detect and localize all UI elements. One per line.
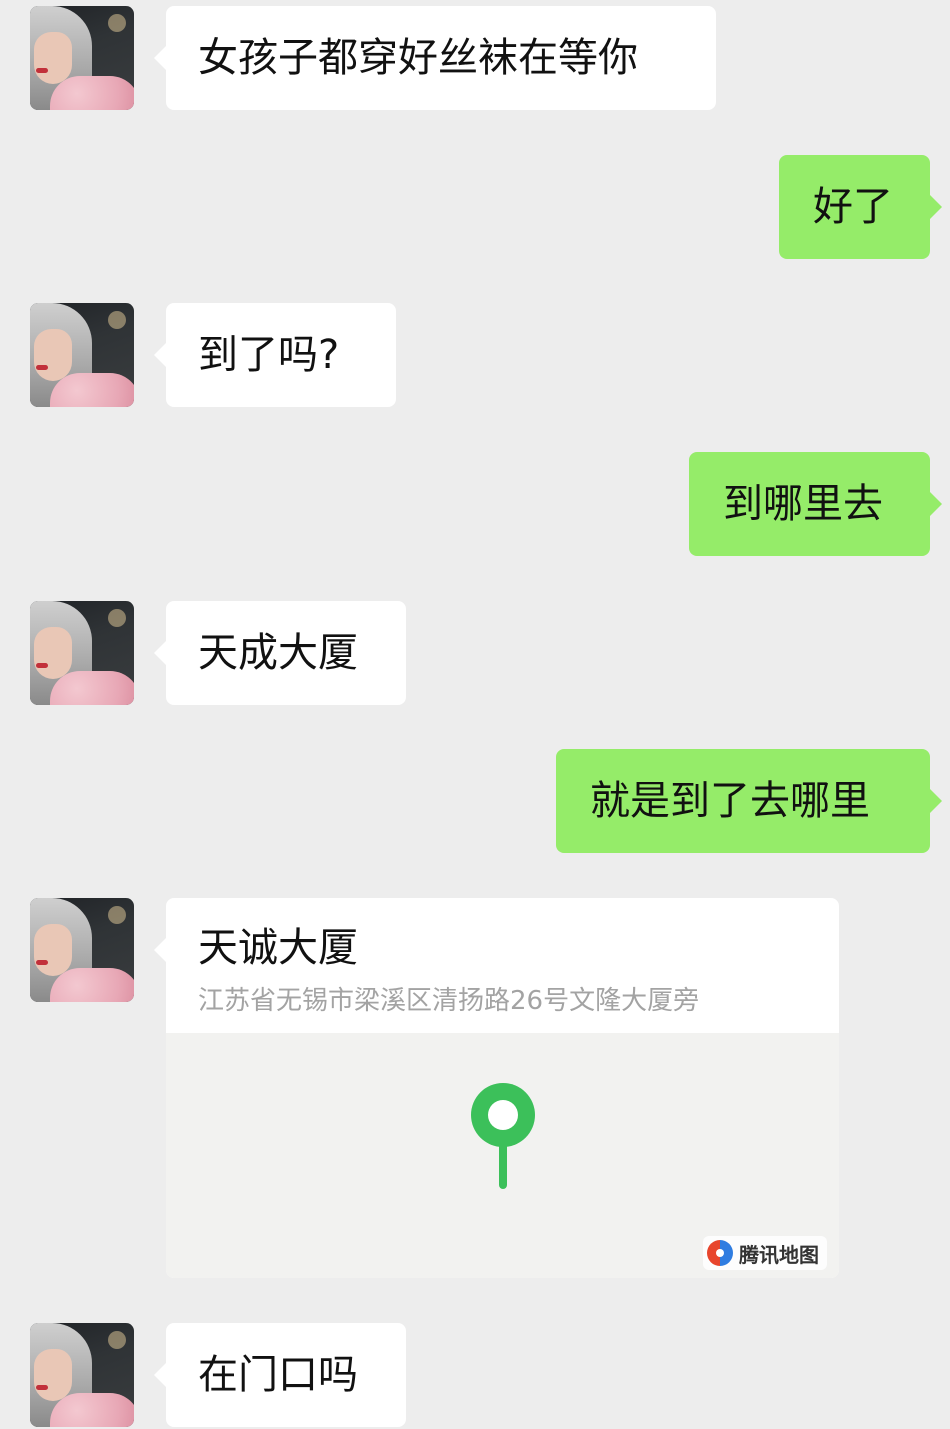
tencent-map-logo-icon — [707, 1240, 733, 1266]
message-bubble-incoming[interactable]: 天成大厦 — [154, 601, 406, 705]
message-bubble-incoming[interactable]: 女孩子都穿好丝袜在等你 — [154, 6, 716, 110]
map-brand-badge: 腾讯地图 — [703, 1236, 827, 1270]
message-bubble-incoming[interactable]: 到了吗? — [154, 303, 396, 407]
message-bubble-outgoing[interactable]: 好了 — [779, 155, 942, 259]
contact-avatar[interactable] — [30, 6, 134, 110]
contact-avatar[interactable] — [30, 601, 134, 705]
contact-avatar[interactable] — [30, 1323, 134, 1427]
map-pin-icon — [471, 1083, 535, 1147]
bubble-tail — [154, 938, 166, 962]
message-bubble-outgoing[interactable]: 到哪里去 — [689, 452, 942, 556]
location-address: 江苏省无锡市梁溪区清扬路26号文隆大厦旁 — [198, 986, 700, 1016]
map-brand-label: 腾讯地图 — [739, 1242, 819, 1267]
contact-avatar[interactable] — [30, 898, 134, 1002]
location-card[interactable]: 天诚大厦 江苏省无锡市梁溪区清扬路26号文隆大厦旁 腾讯地图 — [166, 898, 839, 1278]
location-map-preview[interactable]: 腾讯地图 — [166, 1033, 839, 1278]
message-bubble-incoming[interactable]: 在门口吗 — [154, 1323, 406, 1427]
contact-avatar[interactable] — [30, 303, 134, 407]
location-title: 天诚大厦 — [198, 925, 358, 971]
message-bubble-outgoing[interactable]: 就是到了去哪里 — [556, 749, 942, 853]
map-pin-stem — [499, 1141, 507, 1189]
